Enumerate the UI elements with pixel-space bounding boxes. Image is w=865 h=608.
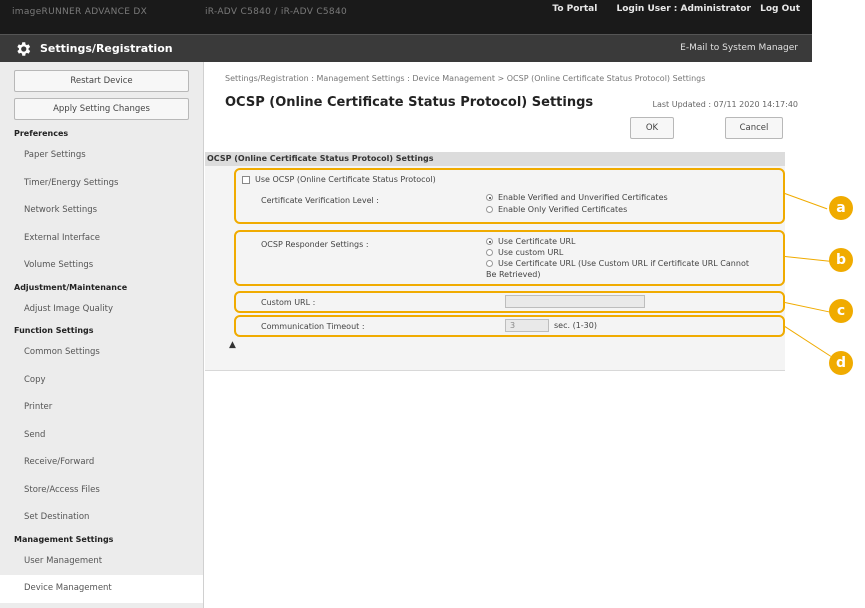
cancel-button[interactable]: Cancel [725, 117, 783, 139]
sidebar-item-network-settings[interactable]: Network Settings [0, 197, 203, 225]
last-updated-text: Last Updated : 07/11 2020 14:17:40 [652, 100, 798, 109]
sidebar-item-timer-energy-settings[interactable]: Timer/Energy Settings [0, 170, 203, 198]
ok-button[interactable]: OK [630, 117, 674, 139]
sidebar-item-device-management[interactable]: Device Management [0, 575, 203, 603]
callout-badge-c: c [829, 299, 853, 323]
apply-setting-changes-button[interactable]: Apply Setting Changes [14, 98, 189, 120]
callout-box-c [234, 291, 785, 313]
sidebar-section-function-settings: Function Settings [14, 326, 94, 335]
sidebar-section-management-settings: Management Settings [14, 534, 114, 544]
device-model-blurred: iR-ADV C5840 / iR-ADV C5840 [205, 7, 348, 17]
sidebar-item-adjust-image-quality[interactable]: Adjust Image Quality [0, 296, 203, 324]
sidebar-item-user-management[interactable]: User Management [0, 548, 203, 576]
app-title: Settings/Registration [40, 42, 173, 55]
sidebar-item-volume-settings[interactable]: Volume Settings [0, 252, 203, 280]
device-name-blurred: imageRUNNER ADVANCE DX [12, 7, 148, 17]
callout-badge-d: d [829, 351, 853, 375]
sidebar-item-set-destination[interactable]: Set Destination [0, 504, 203, 532]
callout-badge-a: a [829, 196, 853, 220]
sidebar-item-printer[interactable]: Printer [0, 394, 203, 422]
sidebar-section-preferences: Preferences [14, 129, 69, 138]
gear-icon [17, 42, 31, 56]
login-user-label: Login User : Administrator [616, 4, 751, 14]
page-title: OCSP (Online Certificate Status Protocol… [225, 95, 594, 110]
sidebar-item-common-settings[interactable]: Common Settings [0, 339, 203, 367]
sidebar-item-paper-settings[interactable]: Paper Settings [0, 142, 203, 170]
sidebar-section-adjustment-maintenance: Adjustment/Maintenance [14, 282, 128, 292]
sidebar: Restart Device Apply Setting Changes Pre… [0, 62, 204, 608]
sidebar-item-copy[interactable]: Copy [0, 367, 203, 395]
callout-box-d [234, 315, 785, 337]
sidebar-item-send[interactable]: Send [0, 422, 203, 450]
callout-box-a [234, 168, 785, 224]
log-out-link[interactable]: Log Out [760, 4, 800, 14]
sidebar-item-store-access-files[interactable]: Store/Access Files [0, 477, 203, 505]
top-links: To Portal Login User : Administrator Log… [536, 4, 800, 14]
callout-box-b [234, 230, 785, 286]
restart-device-button[interactable]: Restart Device [14, 70, 189, 92]
main-content: Settings/Registration : Management Setti… [205, 62, 812, 608]
sidebar-item-receive-forward[interactable]: Receive/Forward [0, 449, 203, 477]
breadcrumb: Settings/Registration : Management Setti… [225, 74, 706, 83]
email-system-manager-link[interactable]: E-Mail to System Manager [680, 43, 798, 53]
title-bar: Settings/Registration E-Mail to System M… [0, 34, 812, 62]
back-to-top-icon[interactable]: ▲ [229, 340, 236, 350]
to-portal-link[interactable]: To Portal [552, 4, 597, 14]
callout-badge-b: b [829, 248, 853, 272]
sidebar-item-external-interface[interactable]: External Interface [0, 225, 203, 253]
top-bar: imageRUNNER ADVANCE DX iR-ADV C5840 / iR… [0, 0, 812, 34]
section-header: OCSP (Online Certificate Status Protocol… [205, 152, 785, 166]
